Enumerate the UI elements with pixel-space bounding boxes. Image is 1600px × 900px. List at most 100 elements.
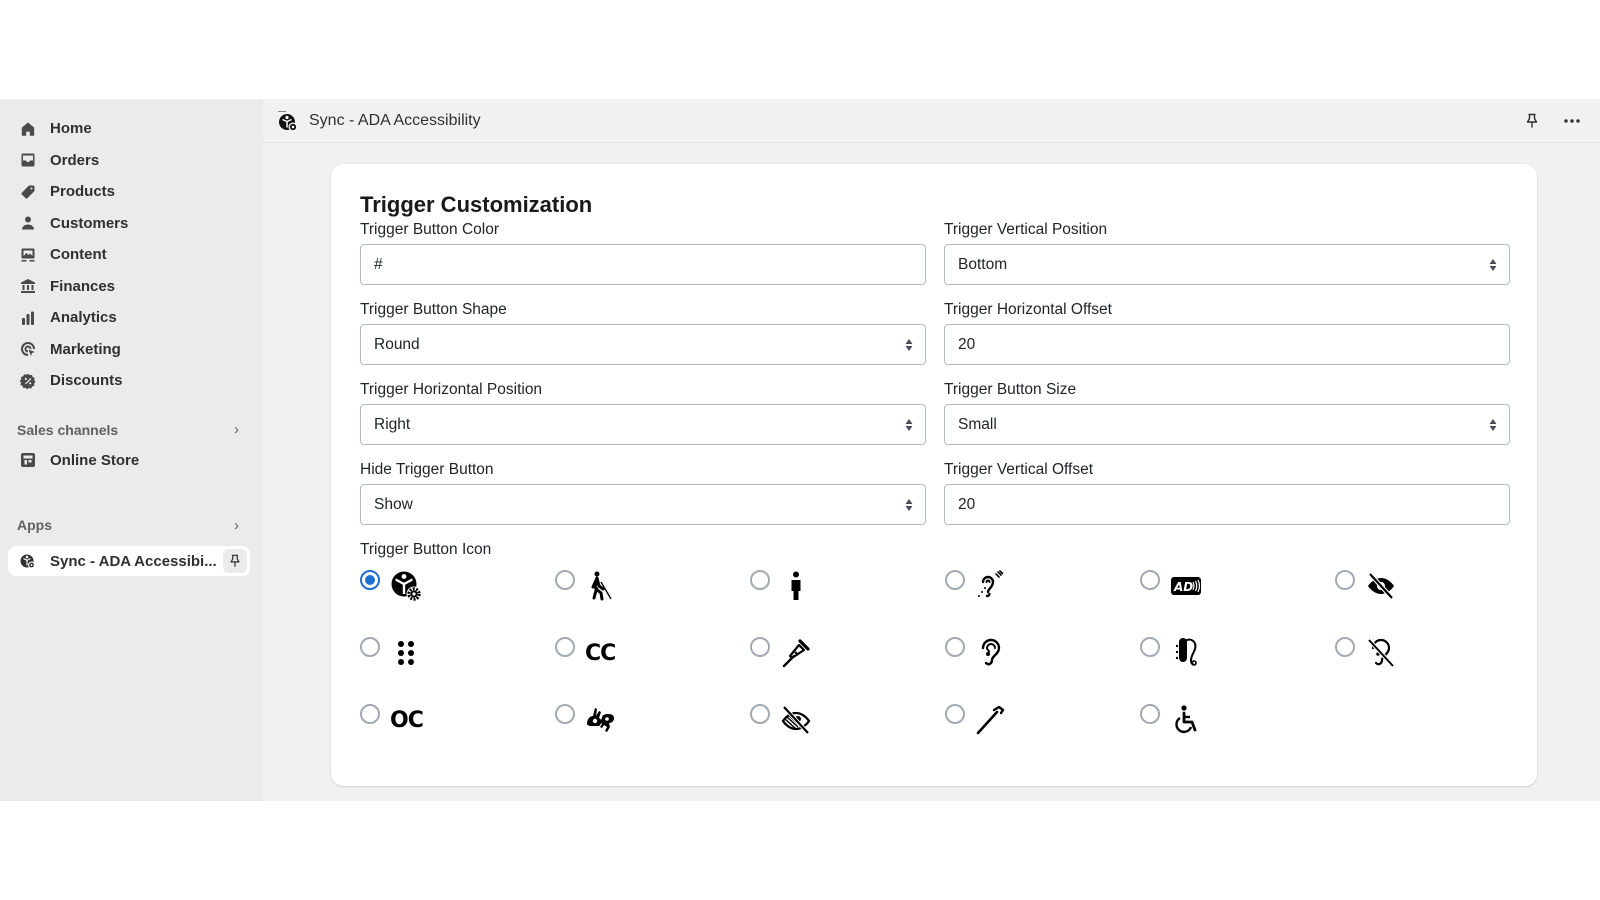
icon-radio[interactable] [360, 704, 380, 724]
pin-button[interactable] [223, 549, 247, 573]
vertical-position-select[interactable]: Bottom [944, 244, 1510, 285]
sidebar-item-label: Finances [50, 277, 116, 295]
person-icon [19, 214, 37, 232]
sidebar-item-online-store[interactable]: Online Store [0, 445, 263, 477]
icon-radio[interactable] [945, 570, 965, 590]
sidebar-item-analytics[interactable]: Analytics [0, 302, 263, 334]
icon-radio[interactable] [750, 704, 770, 724]
icon-option-standing-person[interactable] [750, 566, 945, 633]
icon-radio[interactable] [1335, 637, 1355, 657]
sidebar-item-sync-ada[interactable]: Sync - ADA Accessibi... [8, 546, 250, 576]
home-icon [19, 120, 37, 138]
icon-picker: Trigger Button Icon AD CC OC [360, 540, 1508, 760]
sidebar-item-label: Marketing [50, 340, 121, 358]
store-icon [19, 451, 37, 469]
icon-option-sign-language[interactable] [555, 700, 750, 760]
icon-radio[interactable] [750, 570, 770, 590]
sidebar-item-discounts[interactable]: Discounts [0, 365, 263, 397]
sidebar-item-orders[interactable]: Orders [0, 145, 263, 177]
field-label: Trigger Horizontal Position [360, 381, 543, 398]
main-area: Sync - ADA Accessibility Trigger Customi… [263, 99, 1600, 801]
sidebar-item-customers[interactable]: Customers [0, 208, 263, 240]
icon-option-audio-description[interactable]: AD [1140, 566, 1335, 633]
deaf-icon [1365, 633, 1405, 673]
standing-person-icon [780, 566, 820, 606]
icon-radio[interactable] [1140, 570, 1160, 590]
accessibility-gear-icon [390, 566, 430, 606]
icon-radio[interactable] [1140, 704, 1160, 724]
icon-option-crutch[interactable] [750, 633, 945, 700]
field-vertical-position: Trigger Vertical Position Bottom [944, 220, 1510, 285]
sales-channels-header[interactable]: Sales channels › [0, 415, 263, 445]
icon-radio[interactable] [555, 704, 575, 724]
pin-icon [1526, 113, 1538, 128]
sidebar-item-label: Home [50, 120, 92, 138]
icon-option-open-captions[interactable]: OC [360, 700, 555, 760]
icon-option-ear[interactable] [945, 633, 1140, 700]
app-logo-icon [277, 110, 299, 132]
sidebar-item-home[interactable]: Home [0, 113, 263, 145]
icon-option-braille[interactable] [360, 633, 555, 700]
icon-option-wheelchair[interactable] [1140, 700, 1335, 760]
eye-slash-icon [780, 700, 820, 740]
icon-radio[interactable] [360, 637, 380, 657]
open-captions-icon: OC [390, 700, 430, 740]
accessibility-gear-icon [19, 552, 37, 570]
hearing-aid-icon [1170, 633, 1210, 673]
hide-button-select[interactable]: Show [360, 484, 926, 525]
button-size-select[interactable]: Small [944, 404, 1510, 445]
sign-language-icon [585, 700, 625, 740]
icon-radio[interactable] [945, 637, 965, 657]
icon-option-assistive-listening[interactable] [945, 566, 1140, 633]
sidebar-item-products[interactable]: Products [0, 176, 263, 208]
field-label: Trigger Vertical Offset [944, 461, 1094, 478]
icon-option-deaf[interactable] [1335, 633, 1530, 700]
icon-option-blind-person[interactable] [555, 566, 750, 633]
vertical-offset-input[interactable]: 20 [944, 484, 1510, 525]
chevron-right-icon: › [234, 421, 239, 438]
image-icon [19, 246, 37, 264]
icon-radio[interactable] [1140, 637, 1160, 657]
inbox-icon [19, 151, 37, 169]
button-shape-select[interactable]: Round [360, 324, 926, 365]
select-value: Round [374, 335, 420, 353]
sidebar: Home Orders Products Customers Content F… [0, 99, 263, 801]
sidebar-item-label: Customers [50, 214, 129, 232]
pin-app-button[interactable] [1520, 109, 1544, 133]
audio-description-icon: AD [1170, 566, 1210, 606]
icon-radio[interactable] [945, 704, 965, 724]
horizontal-position-select[interactable]: Right [360, 404, 926, 445]
button-color-input[interactable]: # [360, 244, 926, 285]
field-label: Trigger Horizontal Offset [944, 301, 1112, 318]
sidebar-item-label: Analytics [50, 309, 117, 327]
icon-radio[interactable] [555, 570, 575, 590]
icon-option-hearing-aid[interactable] [1140, 633, 1335, 700]
icon-radio[interactable] [1335, 570, 1355, 590]
icon-option-cane[interactable] [945, 700, 1140, 760]
icon-option-closed-captions[interactable]: CC [555, 633, 750, 700]
select-arrows-icon [905, 499, 913, 511]
select-value: Right [374, 415, 411, 433]
assistive-listening-icon [975, 566, 1015, 606]
horizontal-offset-input[interactable]: 20 [944, 324, 1510, 365]
icon-radio[interactable] [360, 570, 380, 590]
icon-option-accessibility-gear[interactable] [360, 566, 555, 633]
app-title: Sync - ADA Accessibility [309, 111, 481, 129]
field-vertical-offset: Trigger Vertical Offset 20 [944, 460, 1510, 525]
icon-radio[interactable] [555, 637, 575, 657]
sidebar-item-content[interactable]: Content [0, 239, 263, 271]
sidebar-item-marketing[interactable]: Marketing [0, 334, 263, 366]
field-label: Trigger Button Size [944, 381, 1077, 398]
apps-title: Apps [17, 517, 52, 533]
bank-icon [19, 277, 37, 295]
apps-header[interactable]: Apps › [0, 510, 263, 540]
tag-icon [19, 183, 37, 201]
more-actions-button[interactable] [1560, 109, 1584, 133]
input-value: # [374, 255, 383, 273]
sidebar-item-finances[interactable]: Finances [0, 271, 263, 303]
icon-option-eye-slash[interactable] [750, 700, 945, 760]
icon-option-low-vision[interactable] [1335, 566, 1530, 633]
icon-radio[interactable] [750, 637, 770, 657]
app-header: Sync - ADA Accessibility [263, 99, 1600, 143]
more-icon [1564, 119, 1580, 123]
